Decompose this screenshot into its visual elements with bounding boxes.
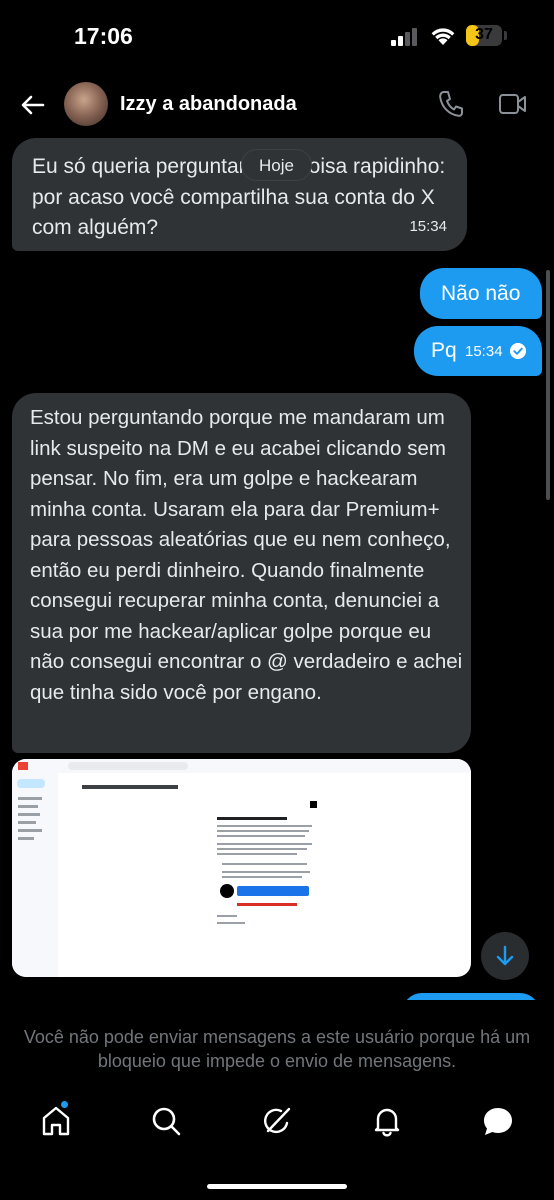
message-incoming[interactable]: Estou perguntando porque me mandaram um … xyxy=(12,393,471,753)
bottom-nav xyxy=(0,1095,554,1155)
back-arrow-icon[interactable] xyxy=(18,90,48,120)
email-line xyxy=(217,922,245,924)
message-time: 15:34 xyxy=(409,217,447,235)
wifi-icon xyxy=(431,28,455,45)
arrow-down-icon xyxy=(496,945,514,966)
gmail-folder xyxy=(18,813,40,816)
search-icon[interactable] xyxy=(148,1103,184,1139)
battery-tip xyxy=(504,31,507,40)
bottom-area: Você não pode enviar mensagens a este us… xyxy=(0,1000,554,1200)
image-attachment[interactable] xyxy=(12,759,471,977)
gmail-sidebar xyxy=(12,773,58,977)
contact-name[interactable]: Izzy a abandonada xyxy=(120,93,297,116)
email-warning-line xyxy=(237,903,297,906)
video-call-icon[interactable] xyxy=(498,92,528,116)
battery-indicator: 37 xyxy=(466,25,502,46)
grok-icon[interactable] xyxy=(259,1103,295,1139)
signal-icon xyxy=(391,28,417,46)
gmail-search-bar xyxy=(68,762,188,770)
date-separator: Hoje xyxy=(241,149,312,181)
x-logo-icon xyxy=(310,801,317,808)
email-line xyxy=(222,871,310,873)
email-line xyxy=(217,835,305,837)
message-text: Estou perguntando porque me mandaram um … xyxy=(30,406,463,704)
email-action-button xyxy=(237,886,309,896)
gmail-compose-button xyxy=(17,779,45,788)
home-icon[interactable] xyxy=(38,1103,74,1139)
email-line xyxy=(217,848,307,850)
conversation-header: Izzy a abandonada xyxy=(0,76,554,134)
message-outgoing-partial[interactable] xyxy=(402,993,540,1000)
status-time: 17:06 xyxy=(74,23,133,49)
email-line xyxy=(217,825,312,827)
scroll-down-button[interactable] xyxy=(481,932,529,980)
gmail-folder xyxy=(18,821,36,824)
message-text: Não não xyxy=(441,282,521,305)
email-line xyxy=(217,915,237,917)
gmail-subject xyxy=(82,785,178,789)
notifications-icon[interactable] xyxy=(369,1103,405,1139)
phone-icon[interactable] xyxy=(438,90,464,118)
message-outgoing[interactable]: Pq 15:34 xyxy=(414,326,542,376)
email-line xyxy=(217,817,287,820)
blocked-notice: Você não pode enviar mensagens a este us… xyxy=(23,1027,531,1071)
read-check-icon xyxy=(510,343,526,359)
home-indicator xyxy=(207,1184,347,1189)
message-outgoing[interactable]: Não não xyxy=(420,268,542,319)
message-list[interactable]: Eu só queria perguntar uma coisa rapidin… xyxy=(0,134,554,1000)
email-line xyxy=(217,853,297,855)
messages-icon[interactable] xyxy=(480,1103,516,1139)
gmail-folder xyxy=(18,797,42,800)
avatar[interactable] xyxy=(64,82,108,126)
scrollbar[interactable] xyxy=(546,270,550,500)
gmail-logo-icon xyxy=(18,762,28,770)
email-line xyxy=(217,830,309,832)
gmail-folder xyxy=(18,805,38,808)
email-line xyxy=(222,876,302,878)
gmail-folder xyxy=(18,829,42,832)
x-avatar-icon xyxy=(220,884,234,898)
notification-dot xyxy=(61,1101,68,1108)
email-line xyxy=(217,843,312,845)
gmail-folder xyxy=(18,837,34,840)
message-time: 15:34 xyxy=(465,343,503,360)
message-incoming[interactable]: Eu só queria perguntar uma coisa rapidin… xyxy=(12,138,467,251)
gmail-toolbar xyxy=(12,759,471,773)
status-bar: 17:06 37 xyxy=(0,0,554,76)
email-line xyxy=(222,863,307,865)
message-text: Pq xyxy=(431,339,457,362)
battery-percentage: 37 xyxy=(475,26,493,43)
